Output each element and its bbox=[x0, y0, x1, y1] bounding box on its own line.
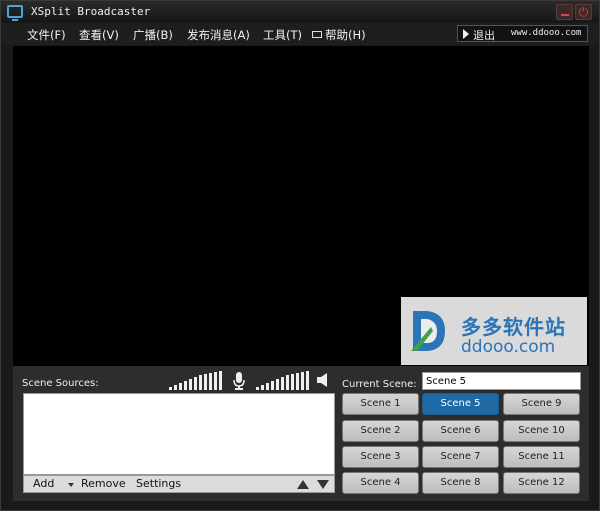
menu-tools[interactable]: 工具(T) bbox=[263, 27, 302, 43]
power-icon: ⏻ bbox=[578, 5, 589, 19]
scene-button[interactable]: Scene 8 bbox=[422, 472, 499, 494]
remove-button[interactable]: Remove bbox=[81, 477, 126, 490]
mail-icon bbox=[312, 31, 322, 38]
xsplit-window: XSplit Broadcaster ⏻ 文件(F) 查看(V) 广播(B) 发… bbox=[0, 0, 600, 511]
menu-view[interactable]: 查看(V) bbox=[79, 27, 119, 43]
sources-toolbar: Add Remove Settings bbox=[23, 475, 335, 493]
settings-button[interactable]: Settings bbox=[136, 477, 181, 490]
scene-sources-label: Scene Sources: bbox=[22, 378, 99, 389]
scene-button[interactable]: Scene 1 bbox=[342, 393, 419, 415]
exit-button[interactable]: 退出 www.ddooo.com bbox=[457, 25, 588, 42]
app-icon bbox=[7, 5, 23, 21]
menu-help[interactable]: 帮助(H) bbox=[312, 27, 366, 43]
menu-file[interactable]: 文件(F) bbox=[27, 27, 66, 43]
menu-publish[interactable]: 发布消息(A) bbox=[187, 27, 250, 43]
scene-button[interactable]: Scene 2 bbox=[342, 420, 419, 442]
window-title: XSplit Broadcaster bbox=[31, 5, 151, 18]
current-scene-label: Current Scene: bbox=[342, 379, 417, 390]
scene-button[interactable]: Scene 11 bbox=[503, 446, 580, 468]
scene-button[interactable]: Scene 4 bbox=[342, 472, 419, 494]
speaker-volume-meter[interactable] bbox=[256, 370, 312, 390]
site-label: www.ddooo.com bbox=[511, 28, 582, 38]
ddooo-logo-icon bbox=[411, 311, 445, 351]
scene-sources-list[interactable] bbox=[23, 393, 335, 475]
scene-button[interactable]: Scene 5 bbox=[422, 393, 499, 415]
watermark-en: ddooo.com bbox=[461, 337, 556, 357]
scene-button[interactable]: Scene 6 bbox=[422, 420, 499, 442]
exit-label: 退出 bbox=[473, 29, 495, 42]
minimize-button[interactable] bbox=[556, 4, 573, 20]
scene-button[interactable]: Scene 7 bbox=[422, 446, 499, 468]
scene-button[interactable]: Scene 10 bbox=[503, 420, 580, 442]
speaker-icon[interactable] bbox=[316, 372, 330, 388]
scene-button[interactable]: Scene 12 bbox=[503, 472, 580, 494]
mic-volume-meter[interactable] bbox=[169, 370, 225, 390]
microphone-icon[interactable] bbox=[233, 372, 245, 390]
watermark-logo: 多多软件站 ddooo.com bbox=[401, 297, 587, 365]
menu-broadcast[interactable]: 广播(B) bbox=[133, 27, 173, 43]
caret-down-icon[interactable] bbox=[68, 483, 74, 487]
play-icon bbox=[463, 29, 469, 39]
arrow-up-icon[interactable] bbox=[297, 480, 309, 489]
menu-help-label: 帮助(H) bbox=[325, 28, 366, 42]
current-scene-input[interactable] bbox=[422, 372, 581, 390]
power-button[interactable]: ⏻ bbox=[575, 4, 592, 20]
scene-button[interactable]: Scene 3 bbox=[342, 446, 419, 468]
arrow-down-icon[interactable] bbox=[317, 480, 329, 489]
add-button[interactable]: Add bbox=[33, 477, 54, 490]
title-bar: XSplit Broadcaster ⏻ bbox=[1, 1, 599, 23]
watermark-cn: 多多软件站 bbox=[461, 315, 566, 339]
scene-button[interactable]: Scene 9 bbox=[503, 393, 580, 415]
